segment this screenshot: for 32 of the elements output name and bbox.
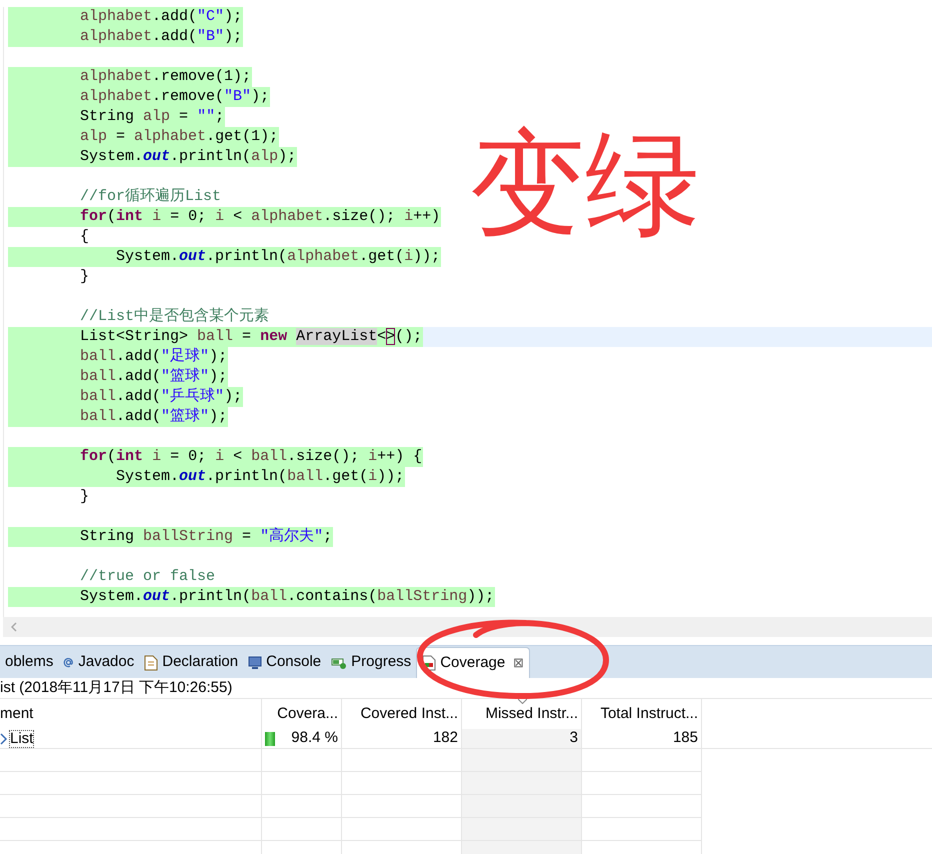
- view-tab[interactable]: Console: [243, 647, 326, 678]
- session-title: ist (2018年11月17日 下午10:26:55): [0, 678, 234, 698]
- progress-icon: [331, 656, 348, 670]
- scroll-left-icon[interactable]: [11, 622, 17, 632]
- at-sign-icon: [63, 657, 74, 668]
- monitor-icon: [248, 656, 262, 670]
- column-header[interactable]: Covera...: [262, 699, 342, 729]
- column-header[interactable]: ment: [0, 699, 262, 729]
- code-line: //List中是否包含某个元素: [79, 307, 270, 327]
- view-tab[interactable]: Declaration: [139, 647, 244, 678]
- view-tab[interactable]: oblems: [0, 647, 58, 678]
- document-icon: [144, 654, 158, 670]
- view-tab[interactable]: Javadoc: [58, 647, 140, 678]
- table-cell: 3: [462, 729, 582, 748]
- code-line: //true or false: [79, 567, 216, 587]
- coverage-bar: [265, 732, 275, 746]
- table-cell-text: 98.4 %: [291, 728, 338, 748]
- view-tab[interactable]: Coverage ⊠: [416, 647, 530, 678]
- code-line: }: [79, 487, 90, 507]
- table-cell: 185: [582, 729, 702, 748]
- view-tab[interactable]: Progress: [326, 647, 416, 678]
- table-cell[interactable]: List: [9, 730, 34, 748]
- column-header[interactable]: Total Instruct...: [582, 699, 702, 729]
- handwritten-annotation: 变绿: [469, 116, 701, 253]
- code-line: }: [79, 267, 90, 287]
- close-icon[interactable]: ⊠: [513, 653, 524, 673]
- code-line: //for循环遍历List: [79, 187, 222, 207]
- class-icon: [0, 732, 8, 746]
- sort-caret-icon: [518, 699, 527, 704]
- code-line: {: [79, 227, 90, 247]
- column-header[interactable]: Covered Inst...: [342, 699, 462, 729]
- horizontal-scrollbar[interactable]: [3, 617, 932, 637]
